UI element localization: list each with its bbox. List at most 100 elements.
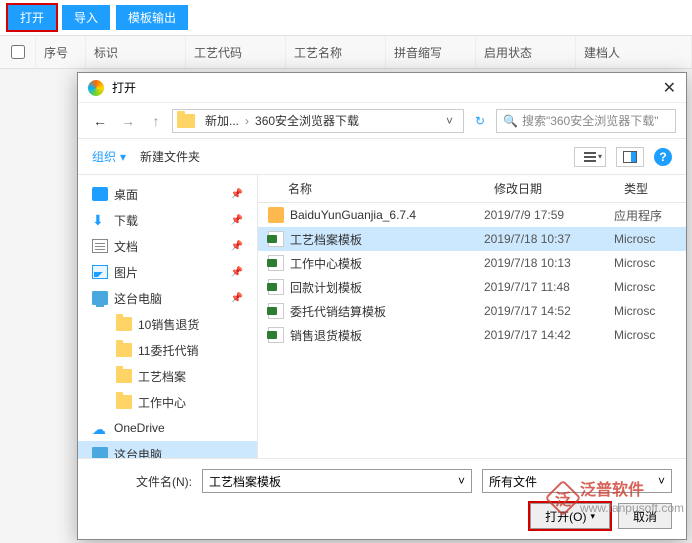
col-file-name[interactable]: 名称 [258, 180, 484, 197]
filename-input[interactable]: ˅ [202, 469, 472, 493]
dialog-bottom: 文件名(N): ˅ 所有文件 ˅ 打开(O)▾ 取消 [78, 458, 686, 539]
tree-item[interactable]: 10销售退货 [78, 311, 257, 337]
tree-item-label: 工艺档案 [138, 368, 186, 385]
tree-item-label: 10销售退货 [138, 316, 199, 333]
open-button[interactable]: 打开 [8, 5, 56, 30]
nav-up-icon[interactable]: ↑ [144, 109, 168, 133]
crumb-seg[interactable]: 新加... [201, 112, 243, 129]
search-input[interactable]: 🔍 搜索"360安全浏览器下载" [496, 109, 676, 133]
file-name: 销售退货模板 [290, 327, 484, 344]
excel-icon [268, 279, 284, 295]
folder-icon [116, 369, 132, 383]
preview-pane-button[interactable] [616, 147, 644, 167]
nav-back-icon[interactable]: ← [88, 109, 112, 133]
open-file-dialog: 打开 ✕ ← → ↑ 新加... › 360安全浏览器下载 ˅ ↻ 🔍 搜索"3… [77, 72, 687, 540]
help-icon[interactable]: ? [654, 148, 672, 166]
new-folder-button[interactable]: 新建文件夹 [140, 148, 200, 165]
chevron-down-icon[interactable]: ˅ [440, 114, 459, 128]
dialog-title: 打开 [112, 79, 136, 96]
excel-icon [268, 327, 284, 343]
file-row[interactable]: 销售退货模板2019/7/17 14:42Microsc [258, 323, 686, 347]
nav-forward-icon[interactable]: → [116, 109, 140, 133]
folder-icon [177, 114, 195, 128]
tree-item-label: 桌面 [114, 186, 138, 203]
import-button[interactable]: 导入 [62, 5, 110, 30]
file-row[interactable]: 委托代销结算模板2019/7/17 14:52Microsc [258, 299, 686, 323]
file-list-header: 名称 修改日期 类型 [258, 175, 686, 203]
pic-icon [92, 265, 108, 279]
file-row[interactable]: 工作中心模板2019/7/18 10:13Microsc [258, 251, 686, 275]
dialog-titlebar: 打开 ✕ [78, 73, 686, 103]
tree-item[interactable]: 工作中心 [78, 389, 257, 415]
file-row[interactable]: 工艺档案模板2019/7/18 10:37Microsc [258, 227, 686, 251]
tree-item-label: 下载 [114, 212, 138, 229]
open-file-button[interactable]: 打开(O)▾ [530, 503, 610, 529]
tree-item[interactable]: 这台电脑 [78, 441, 257, 458]
tree-item[interactable]: 文档📌 [78, 233, 257, 259]
search-placeholder: 搜索"360安全浏览器下载" [522, 112, 659, 129]
close-icon[interactable]: ✕ [663, 78, 676, 98]
crumb-seg[interactable]: 360安全浏览器下载 [251, 112, 363, 129]
tree-item[interactable]: 11委托代销 [78, 337, 257, 363]
file-filter-select[interactable]: 所有文件 ˅ [482, 469, 672, 493]
folder-tree: 桌面 📌 ⬇ 下载 📌 文档📌图片📌这台电脑📌 10销售退货 11委托代销工艺档案工作中心☁O… [78, 175, 258, 458]
search-icon: 🔍 [503, 114, 518, 128]
tree-item[interactable]: 这台电脑📌 [78, 285, 257, 311]
file-name: 工艺档案模板 [290, 231, 484, 248]
folder-icon [116, 317, 132, 331]
excel-icon [268, 231, 284, 247]
tree-item[interactable]: ☁OneDrive [78, 415, 257, 441]
file-date: 2019/7/18 10:13 [484, 256, 614, 270]
tree-item[interactable]: 工艺档案 [78, 363, 257, 389]
col-code: 工艺代码 [186, 36, 286, 68]
folder-icon [116, 395, 132, 409]
file-type: 应用程序 [614, 207, 686, 224]
doc-icon [92, 239, 108, 253]
organize-button[interactable]: 组织▾ [92, 148, 126, 165]
breadcrumb[interactable]: 新加... › 360安全浏览器下载 ˅ [172, 109, 464, 133]
folder-icon [116, 343, 132, 357]
file-type: Microsc [614, 328, 686, 342]
filename-label: 文件名(N): [92, 473, 192, 490]
file-date: 2019/7/9 17:59 [484, 208, 614, 222]
pin-icon: 📌 [231, 189, 243, 200]
pc-icon [92, 447, 108, 458]
file-name: 工作中心模板 [290, 255, 484, 272]
installer-icon [268, 207, 284, 223]
file-list: BaiduYunGuanjia_6.7.42019/7/9 17:59应用程序工… [258, 203, 686, 458]
view-mode-button[interactable]: ▾ [574, 147, 606, 167]
excel-icon [268, 255, 284, 271]
download-icon: ⬇ [92, 213, 108, 227]
chevron-down-icon: ▾ [120, 150, 126, 164]
file-row[interactable]: BaiduYunGuanjia_6.7.42019/7/9 17:59应用程序 [258, 203, 686, 227]
col-file-type[interactable]: 类型 [614, 180, 686, 197]
chevron-down-icon: ˅ [658, 474, 665, 488]
col-file-date[interactable]: 修改日期 [484, 180, 614, 197]
col-enabled: 启用状态 [476, 36, 576, 68]
col-pinyin: 拼音缩写 [386, 36, 476, 68]
file-area: 名称 修改日期 类型 BaiduYunGuanjia_6.7.42019/7/9… [258, 175, 686, 458]
tree-item-label: 这台电脑 [114, 446, 162, 459]
file-date: 2019/7/17 14:52 [484, 304, 614, 318]
chevron-right-icon: › [243, 114, 251, 128]
col-mark: 标识 [86, 36, 186, 68]
tree-item[interactable]: 图片📌 [78, 259, 257, 285]
chevron-down-icon[interactable]: ˅ [458, 474, 465, 488]
select-all-checkbox[interactable] [11, 45, 25, 59]
excel-icon [268, 303, 284, 319]
file-type: Microsc [614, 304, 686, 318]
col-creator: 建档人 [576, 36, 692, 68]
refresh-icon[interactable]: ↻ [468, 109, 492, 133]
cancel-button[interactable]: 取消 [618, 503, 672, 529]
template-export-button[interactable]: 模板输出 [116, 5, 188, 30]
file-type: Microsc [614, 256, 686, 270]
tree-item-label: OneDrive [114, 421, 165, 435]
file-name: 回款计划模板 [290, 279, 484, 296]
tree-item[interactable]: ⬇下载📌 [78, 207, 257, 233]
file-row[interactable]: 回款计划模板2019/7/17 11:48Microsc [258, 275, 686, 299]
tree-item[interactable]: 桌面 📌 [78, 181, 257, 207]
pin-icon: 📌 [231, 293, 243, 304]
dialog-toolbar: 组织▾ 新建文件夹 ▾ ? [78, 139, 686, 175]
file-date: 2019/7/17 11:48 [484, 280, 614, 294]
col-name: 工艺名称 [286, 36, 386, 68]
